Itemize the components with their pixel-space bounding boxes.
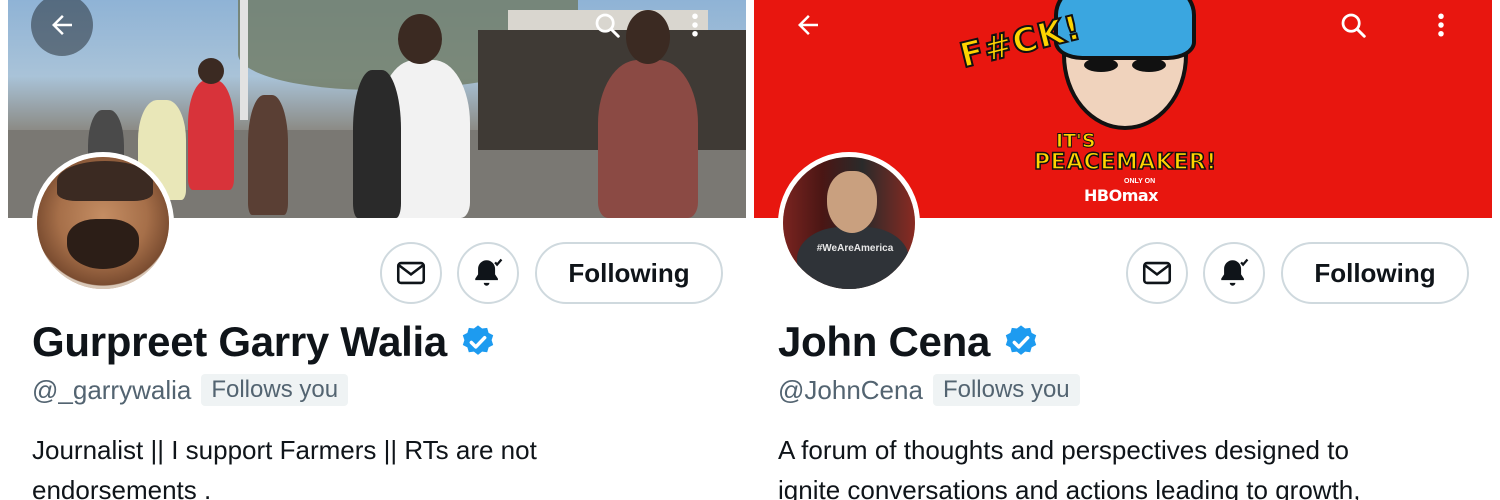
notifications-button[interactable] (457, 242, 519, 304)
avatar-body (797, 227, 909, 289)
banner-person (353, 70, 401, 218)
avatar-beard (67, 219, 139, 269)
banner-person (188, 80, 234, 190)
profile-name: Gurpreet Garry Walia (32, 318, 447, 365)
banner-pole (240, 0, 248, 120)
banner-person-head (398, 14, 442, 64)
banner-person (598, 60, 698, 218)
banner-person-head (198, 58, 224, 84)
bio-line: A forum of thoughts and perspectives des… (778, 435, 1349, 465)
following-button[interactable]: Following (535, 242, 723, 304)
more-vertical-icon (1438, 13, 1444, 37)
profile-handle: @_garrywalia (32, 374, 192, 405)
avatar[interactable]: #WeAreAmerica (778, 152, 920, 294)
profile-name-row: Gurpreet Garry Walia (32, 318, 497, 366)
follows-you-badge: Follows you (201, 374, 349, 406)
following-button[interactable]: Following (1281, 242, 1469, 304)
avatar-hair (57, 161, 153, 201)
poster-eye (1132, 58, 1166, 72)
search-icon (1341, 13, 1366, 38)
avatar-shirt-text: #WeAreAmerica (816, 243, 894, 254)
poster-brand: HBOmax (1084, 186, 1158, 205)
verified-badge-icon (462, 325, 494, 355)
banner-person (248, 95, 288, 215)
profile-handle-row: @_garrywalia Follows you (32, 374, 349, 406)
profile-panel-right: F#CK! IT'S PEACEMAKER! ONLY ON HBOmax #W… (754, 0, 1492, 500)
mail-icon (396, 261, 426, 285)
search-icon (595, 13, 620, 38)
notifications-button[interactable] (1203, 242, 1265, 304)
more-vertical-icon (692, 13, 698, 37)
bell-check-icon (1221, 258, 1249, 286)
bio-line: ignite conversations and actions leading… (778, 475, 1361, 500)
arrow-left-icon (798, 15, 818, 35)
verified-badge-icon (1005, 325, 1037, 355)
poster-only-on: ONLY ON (1124, 178, 1156, 185)
message-button[interactable] (380, 242, 442, 304)
profile-bio: Journalist || I support Farmers || RTs a… (32, 430, 732, 500)
bell-check-icon (475, 258, 503, 286)
mail-icon (1142, 261, 1172, 285)
profile-panel-left: Following Gurpreet Garry Walia @_garrywa… (8, 0, 746, 500)
bio-line: Journalist || I support Farmers || RTs a… (32, 435, 537, 465)
poster-title: PEACEMAKER! (1033, 149, 1217, 176)
poster-eye (1084, 58, 1118, 72)
profile-name-row: John Cena (778, 318, 1040, 366)
profile-handle-row: @JohnCena Follows you (778, 374, 1080, 406)
profile-name: John Cena (778, 318, 990, 365)
avatar-head (827, 171, 877, 233)
profile-bio: A forum of thoughts and perspectives des… (778, 430, 1478, 500)
poster-its-text: IT'S (1056, 130, 1097, 153)
profile-handle: @JohnCena (778, 374, 923, 405)
bio-line: endorsements . (32, 475, 212, 500)
arrow-left-icon (52, 15, 72, 35)
avatar[interactable] (32, 152, 174, 294)
message-button[interactable] (1126, 242, 1188, 304)
follows-you-badge: Follows you (932, 374, 1080, 406)
